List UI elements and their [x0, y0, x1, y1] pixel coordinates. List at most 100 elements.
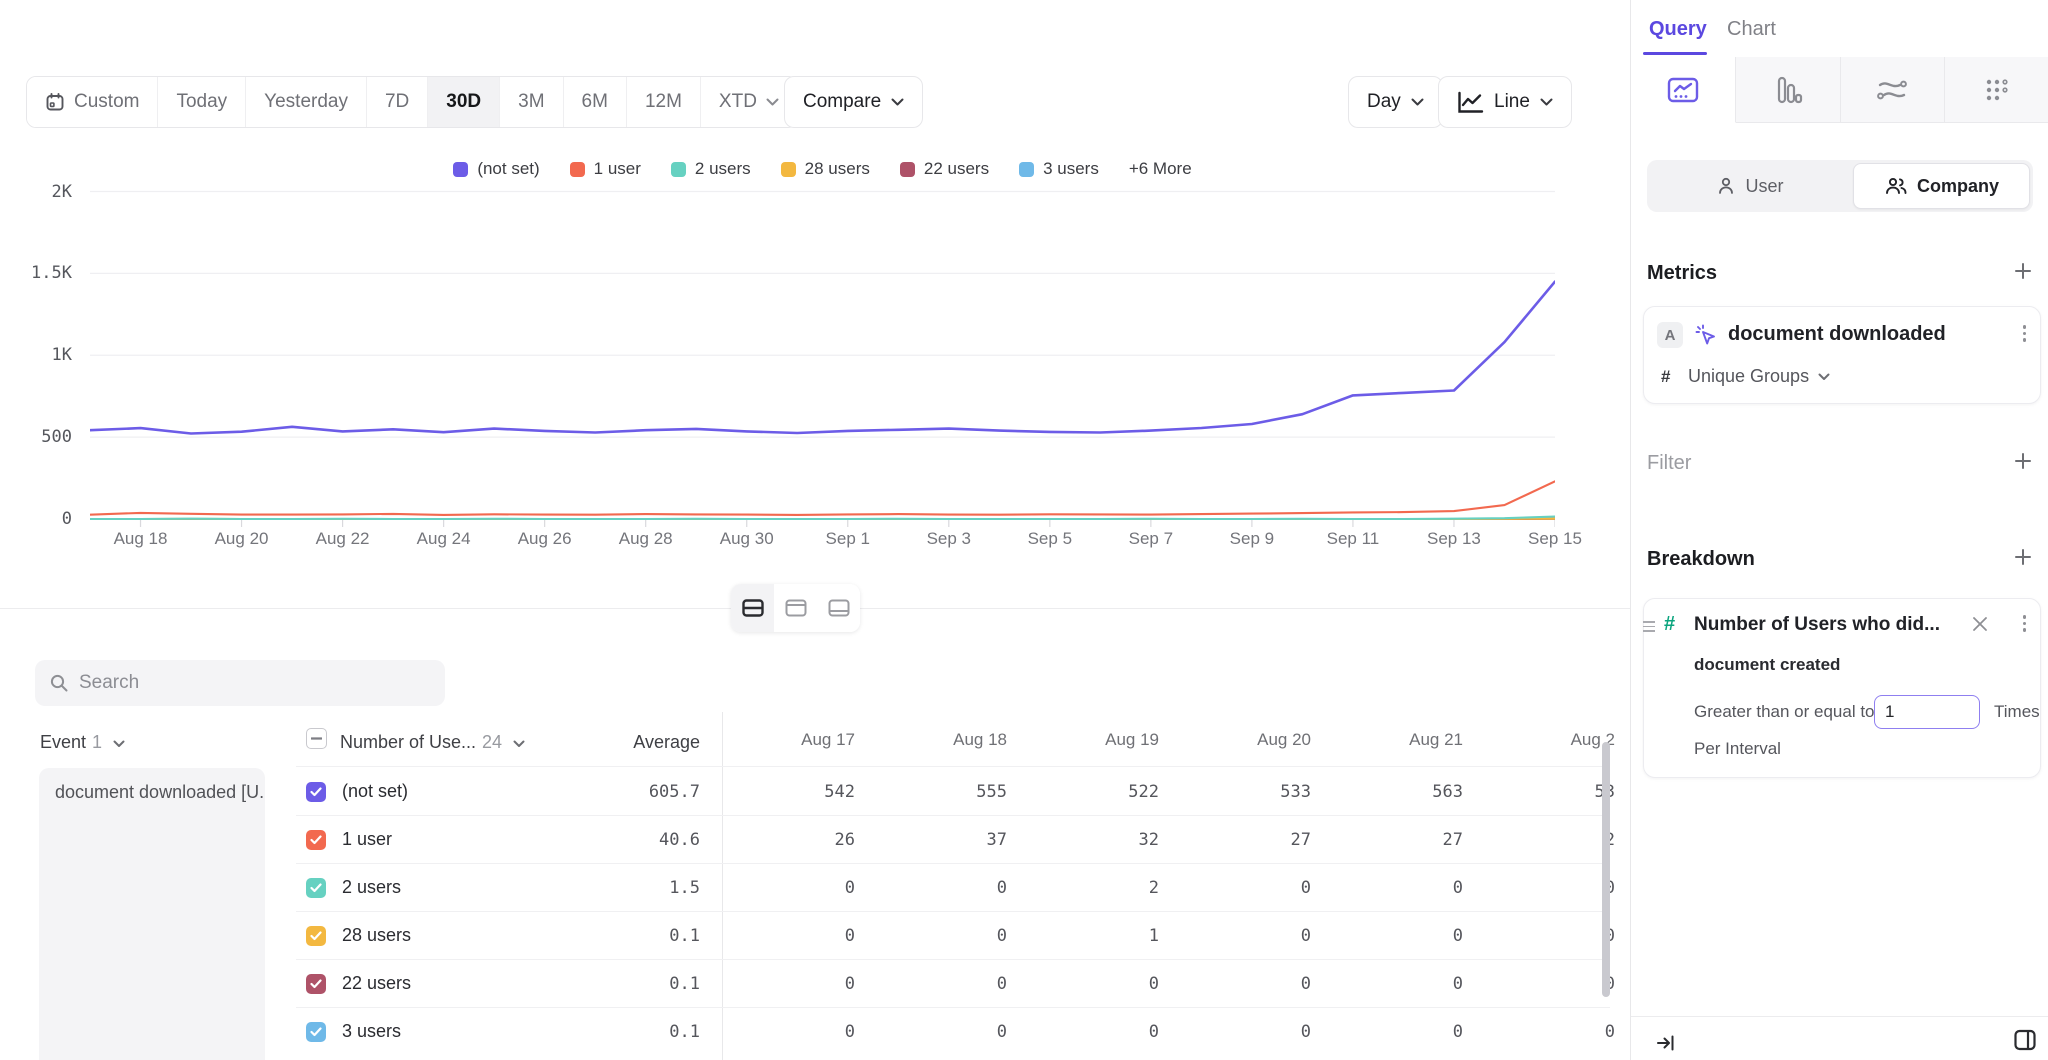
layout-toggle-group: [731, 584, 860, 632]
date-column-header[interactable]: Aug 19: [1019, 730, 1159, 750]
y-axis-tick-label: 1.5K: [14, 263, 72, 283]
x-axis-tick-label: Sep 3: [903, 529, 995, 549]
breakdown-condition[interactable]: Greater than or equal to: [1694, 702, 1875, 722]
date-column-header[interactable]: Aug 20: [1171, 730, 1311, 750]
main-panel: CustomTodayYesterday7D30D3M6M12MXTD Comp…: [0, 0, 1630, 1060]
date-column-header[interactable]: Aug 18: [867, 730, 1007, 750]
series-label[interactable]: 1 user: [342, 829, 392, 850]
average-column-header[interactable]: Average: [560, 732, 700, 753]
user-icon: [1716, 176, 1736, 196]
x-axis-tick-label: Sep 13: [1408, 529, 1500, 549]
cell-value: 522: [1019, 782, 1159, 802]
tab-chart[interactable]: Chart: [1727, 18, 1776, 41]
cell-value: 2: [1475, 830, 1615, 850]
cell-value: 0: [1019, 974, 1159, 994]
search-input[interactable]: [79, 672, 431, 694]
date-column-header[interactable]: Aug 21: [1323, 730, 1463, 750]
average-value: 1.5: [560, 878, 700, 898]
average-value: 0.1: [560, 1022, 700, 1042]
breakdown-event[interactable]: document created: [1694, 655, 1840, 675]
add-filter-button[interactable]: [2014, 452, 2032, 475]
chart-type-grid-button[interactable]: [1945, 57, 2048, 123]
cell-value: 555: [867, 782, 1007, 802]
event-column-header[interactable]: Event1: [40, 732, 125, 753]
panel-layout-icon[interactable]: [2013, 1028, 2037, 1052]
breakdown-kebab-menu[interactable]: [2023, 615, 2027, 632]
cell-value: 0: [867, 974, 1007, 994]
check-icon: [310, 835, 322, 845]
cell-value: 0: [1475, 926, 1615, 946]
add-breakdown-button[interactable]: [2014, 548, 2032, 571]
breakdown-heading: Breakdown: [1647, 548, 1755, 571]
drag-handle-icon[interactable]: [1643, 621, 1655, 632]
chart-type-bar-button[interactable]: [1736, 57, 1841, 123]
row-divider: [296, 863, 1610, 864]
series-label[interactable]: 28 users: [342, 925, 411, 946]
y-axis-tick-label: 1K: [14, 345, 72, 365]
tab-query[interactable]: Query: [1649, 18, 1707, 41]
cell-value: 0: [1323, 878, 1463, 898]
cell-value: 0: [1171, 974, 1311, 994]
layout-bottom-icon: [828, 599, 850, 617]
active-tab-underline: [1643, 52, 1707, 55]
breakdown-value-input[interactable]: [1874, 695, 1980, 729]
x-axis-tick-label: Aug 24: [398, 529, 490, 549]
y-axis-tick-label: 0: [14, 509, 72, 529]
add-metric-button[interactable]: [2014, 262, 2032, 285]
cell-value: 0: [1171, 1022, 1311, 1042]
sidebar-footer-divider: [1631, 1016, 2048, 1017]
series-checkbox[interactable]: [306, 782, 326, 802]
series-checkbox[interactable]: [306, 830, 326, 850]
search-icon: [49, 673, 69, 693]
series-label[interactable]: 22 users: [342, 973, 411, 994]
date-column-header[interactable]: Aug 17: [715, 730, 855, 750]
grid-dots-icon: [1983, 76, 2011, 104]
series-checkbox[interactable]: [306, 1022, 326, 1042]
line-chart[interactable]: [90, 186, 1555, 534]
scope-user-option[interactable]: User: [1647, 160, 1853, 212]
cell-value: 2: [1019, 878, 1159, 898]
collapse-panel-icon[interactable]: [1655, 1032, 1677, 1054]
cell-value: 0: [1323, 974, 1463, 994]
series-label[interactable]: 3 users: [342, 1021, 401, 1042]
cell-value: 37: [867, 830, 1007, 850]
layout-split-button[interactable]: [731, 584, 774, 632]
cell-value: 0: [1475, 974, 1615, 994]
aggregation-selector[interactable]: Unique Groups: [1688, 366, 1830, 387]
row-divider: [296, 1007, 1610, 1008]
breakdown-per-interval[interactable]: Per Interval: [1694, 739, 1781, 759]
x-axis-tick-label: Aug 30: [701, 529, 793, 549]
cell-value: 53: [1475, 782, 1615, 802]
series-checkbox[interactable]: [306, 878, 326, 898]
cell-value: 27: [1171, 830, 1311, 850]
chart-area: 05001K1.5K2K Aug 18Aug 20Aug 22Aug 24Aug…: [0, 0, 1630, 560]
event-list-item[interactable]: document downloaded [U...: [39, 768, 265, 817]
series-label[interactable]: 2 users: [342, 877, 401, 898]
event-list: document downloaded [U...: [39, 768, 265, 1060]
average-value: 0.1: [560, 926, 700, 946]
select-all-checkbox[interactable]: [306, 728, 327, 749]
chart-type-line-button[interactable]: [1631, 57, 1736, 123]
table-vertical-scrollbar[interactable]: [1602, 742, 1610, 997]
cell-value: 0: [1323, 926, 1463, 946]
layout-chart-only-button[interactable]: [774, 584, 817, 632]
cell-value: 0: [1019, 1022, 1159, 1042]
layout-table-only-button[interactable]: [817, 584, 860, 632]
row-divider: [296, 911, 1610, 912]
series-column-header[interactable]: Number of Use...24: [340, 732, 525, 753]
close-icon[interactable]: [1972, 616, 1988, 632]
date-column-header[interactable]: Aug 2: [1475, 730, 1615, 750]
cell-value: 0: [715, 1022, 855, 1042]
metrics-heading: Metrics: [1647, 262, 1717, 285]
average-value: 40.6: [560, 830, 700, 850]
breakdown-card[interactable]: # Number of Users who did... document cr…: [1643, 598, 2041, 778]
series-checkbox[interactable]: [306, 974, 326, 994]
series-label[interactable]: (not set): [342, 781, 408, 802]
chart-type-flow-button[interactable]: [1841, 57, 1946, 123]
series-checkbox[interactable]: [306, 926, 326, 946]
metric-kebab-menu[interactable]: [2023, 325, 2027, 342]
scope-company-option[interactable]: Company: [1853, 163, 2030, 209]
row-divider: [296, 815, 1610, 816]
metric-card[interactable]: A document downloaded # Unique Groups: [1643, 306, 2041, 404]
indeterminate-icon: [311, 737, 322, 740]
